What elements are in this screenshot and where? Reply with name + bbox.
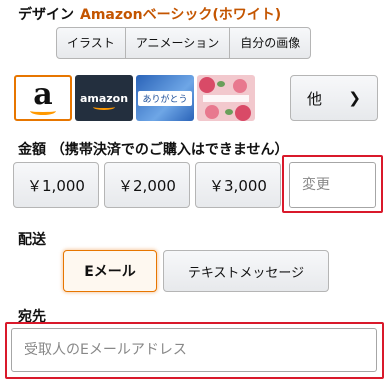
selected-design-name: Amazonベーシック(ホワイト) xyxy=(80,7,282,23)
custom-amount-input[interactable]: 変更 xyxy=(289,162,376,208)
tab-own-image[interactable]: 自分の画像 xyxy=(230,28,310,58)
design-thumbnail-arigatou[interactable]: ありがとう xyxy=(136,75,194,121)
flower-icon xyxy=(205,105,219,119)
card-band xyxy=(203,95,249,102)
amazon-wordmark-logo: amazon xyxy=(79,91,129,105)
more-designs-button[interactable]: 他 ❯ xyxy=(290,75,378,121)
flower-icon xyxy=(233,79,247,93)
amazon-smile-icon xyxy=(93,104,115,110)
amazon-smile-icon xyxy=(30,107,56,115)
flower-icon xyxy=(235,105,251,121)
delivery-label: 配送 xyxy=(18,232,46,248)
tab-illustration[interactable]: イラスト xyxy=(57,28,126,58)
chevron-right-icon: ❯ xyxy=(348,89,361,107)
design-thumbnail-amazon-wordmark[interactable]: amazon xyxy=(75,75,133,121)
design-heading: デザイン Amazonベーシック(ホワイト) xyxy=(18,4,281,24)
design-thumbnail-floral[interactable] xyxy=(197,75,255,121)
amount-option-2000[interactable]: ￥2,000 xyxy=(104,162,190,208)
design-category-tabs: イラスト アニメーション 自分の画像 xyxy=(56,27,312,59)
recipient-email-input[interactable]: 受取人のEメールアドレス xyxy=(11,328,377,372)
design-thumbnail-amazon-a[interactable]: a xyxy=(14,75,72,121)
leaf-icon xyxy=(217,81,225,87)
arigatou-ribbon: ありがとう xyxy=(138,90,192,106)
delivery-text-message-button[interactable]: テキストメッセージ xyxy=(163,250,329,292)
delivery-email-button[interactable]: Eメール xyxy=(63,250,157,292)
amount-label: 金額 （携帯決済でのご購入はできません） xyxy=(18,142,289,158)
flower-icon xyxy=(199,77,215,93)
amount-option-3000[interactable]: ￥3,000 xyxy=(195,162,281,208)
more-designs-label: 他 xyxy=(307,89,323,108)
amount-option-1000[interactable]: ￥1,000 xyxy=(13,162,99,208)
leaf-icon xyxy=(225,109,233,115)
amazon-a-logo-icon: a xyxy=(33,77,53,112)
tab-animation[interactable]: アニメーション xyxy=(126,28,231,58)
design-label: デザイン xyxy=(18,7,74,23)
